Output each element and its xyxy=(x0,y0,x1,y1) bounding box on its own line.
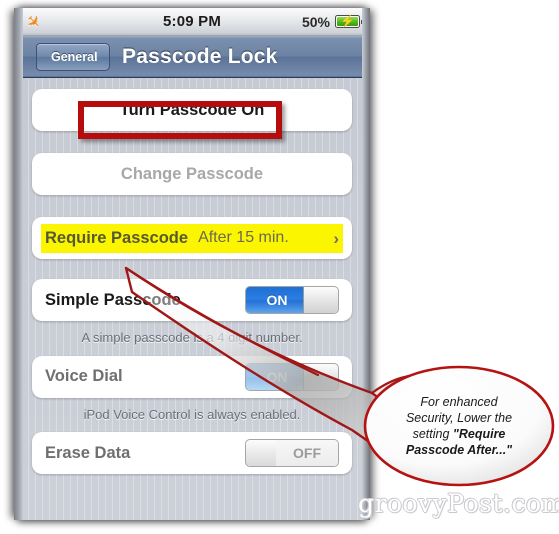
settings-list: Turn Passcode On Change Passcode Require… xyxy=(14,78,370,520)
callout-line-2: Security, Lower the xyxy=(405,411,513,425)
iphone-screenshot: ✈ 5:09 PM 50% ⚡ General Passcode Lock Tu… xyxy=(14,8,370,520)
charging-bolt-icon: ⚡ xyxy=(340,14,355,28)
battery-percent-label: 50% xyxy=(301,13,330,30)
erase-data-toggle-label: OFF xyxy=(276,440,338,467)
group-voice-dial: Voice Dial ON xyxy=(32,355,352,398)
chevron-right-icon: › xyxy=(333,228,339,248)
simple-passcode-footnote: A simple passcode is a 4 digit number. xyxy=(81,330,303,345)
callout-line-3-bold: "Require xyxy=(452,427,506,441)
group-simple-passcode: Simple Passcode ON xyxy=(32,279,352,321)
callout-line-4-bold: Passcode After..." xyxy=(405,443,513,457)
simple-passcode-toggle-label: ON xyxy=(246,287,308,313)
status-bar-right: 50% ⚡ xyxy=(301,13,363,30)
require-passcode-value: After 15 min. xyxy=(198,229,289,246)
row-simple-passcode: Simple Passcode ON xyxy=(32,279,352,321)
simple-passcode-label: Simple Passcode xyxy=(45,290,181,309)
page-title: Passcode Lock xyxy=(122,44,278,68)
group-erase-data: Erase Data OFF xyxy=(32,432,352,475)
erase-data-label: Erase Data xyxy=(45,443,131,462)
back-button-general[interactable]: General xyxy=(36,42,110,71)
callout-line-1: For enhanced xyxy=(420,395,498,409)
change-passcode-label: Change Passcode xyxy=(120,164,264,183)
callout-line-3-plain: setting xyxy=(412,427,453,441)
groovypost-watermark: groovyPost.com xyxy=(358,489,559,518)
back-button-label: General xyxy=(51,49,98,64)
voice-dial-toggle[interactable]: ON xyxy=(245,362,339,391)
group-require-passcode: Require Passcode After 15 min. › xyxy=(32,217,352,259)
row-erase-data: Erase Data OFF xyxy=(32,432,352,474)
require-passcode-highlight: Require Passcode After 15 min. › xyxy=(41,223,343,253)
callout-text-container: For enhanced Security, Lower the setting… xyxy=(365,367,553,485)
erase-data-toggle[interactable]: OFF xyxy=(245,439,339,468)
group-change-passcode: Change Passcode xyxy=(32,153,352,195)
navigation-bar: General Passcode Lock xyxy=(14,36,370,78)
callout-message: For enhanced Security, Lower the setting… xyxy=(393,394,525,458)
turn-passcode-on-highlight-box xyxy=(78,101,282,139)
voice-dial-footnote: iPod Voice Control is always enabled. xyxy=(83,406,301,422)
voice-dial-label: Voice Dial xyxy=(45,367,123,386)
row-voice-dial: Voice Dial ON xyxy=(32,356,352,398)
status-bar: ✈ 5:09 PM 50% ⚡ xyxy=(14,8,370,36)
voice-dial-toggle-label: ON xyxy=(246,363,308,390)
row-require-passcode[interactable]: Require Passcode After 15 min. › xyxy=(32,217,352,259)
battery-charging-icon: ⚡ xyxy=(335,14,363,28)
toggle-knob xyxy=(303,287,338,313)
row-change-passcode[interactable]: Change Passcode xyxy=(32,153,352,195)
simple-passcode-toggle[interactable]: ON xyxy=(245,286,339,314)
require-passcode-label: Require Passcode xyxy=(45,228,189,247)
toggle-knob xyxy=(303,363,338,390)
